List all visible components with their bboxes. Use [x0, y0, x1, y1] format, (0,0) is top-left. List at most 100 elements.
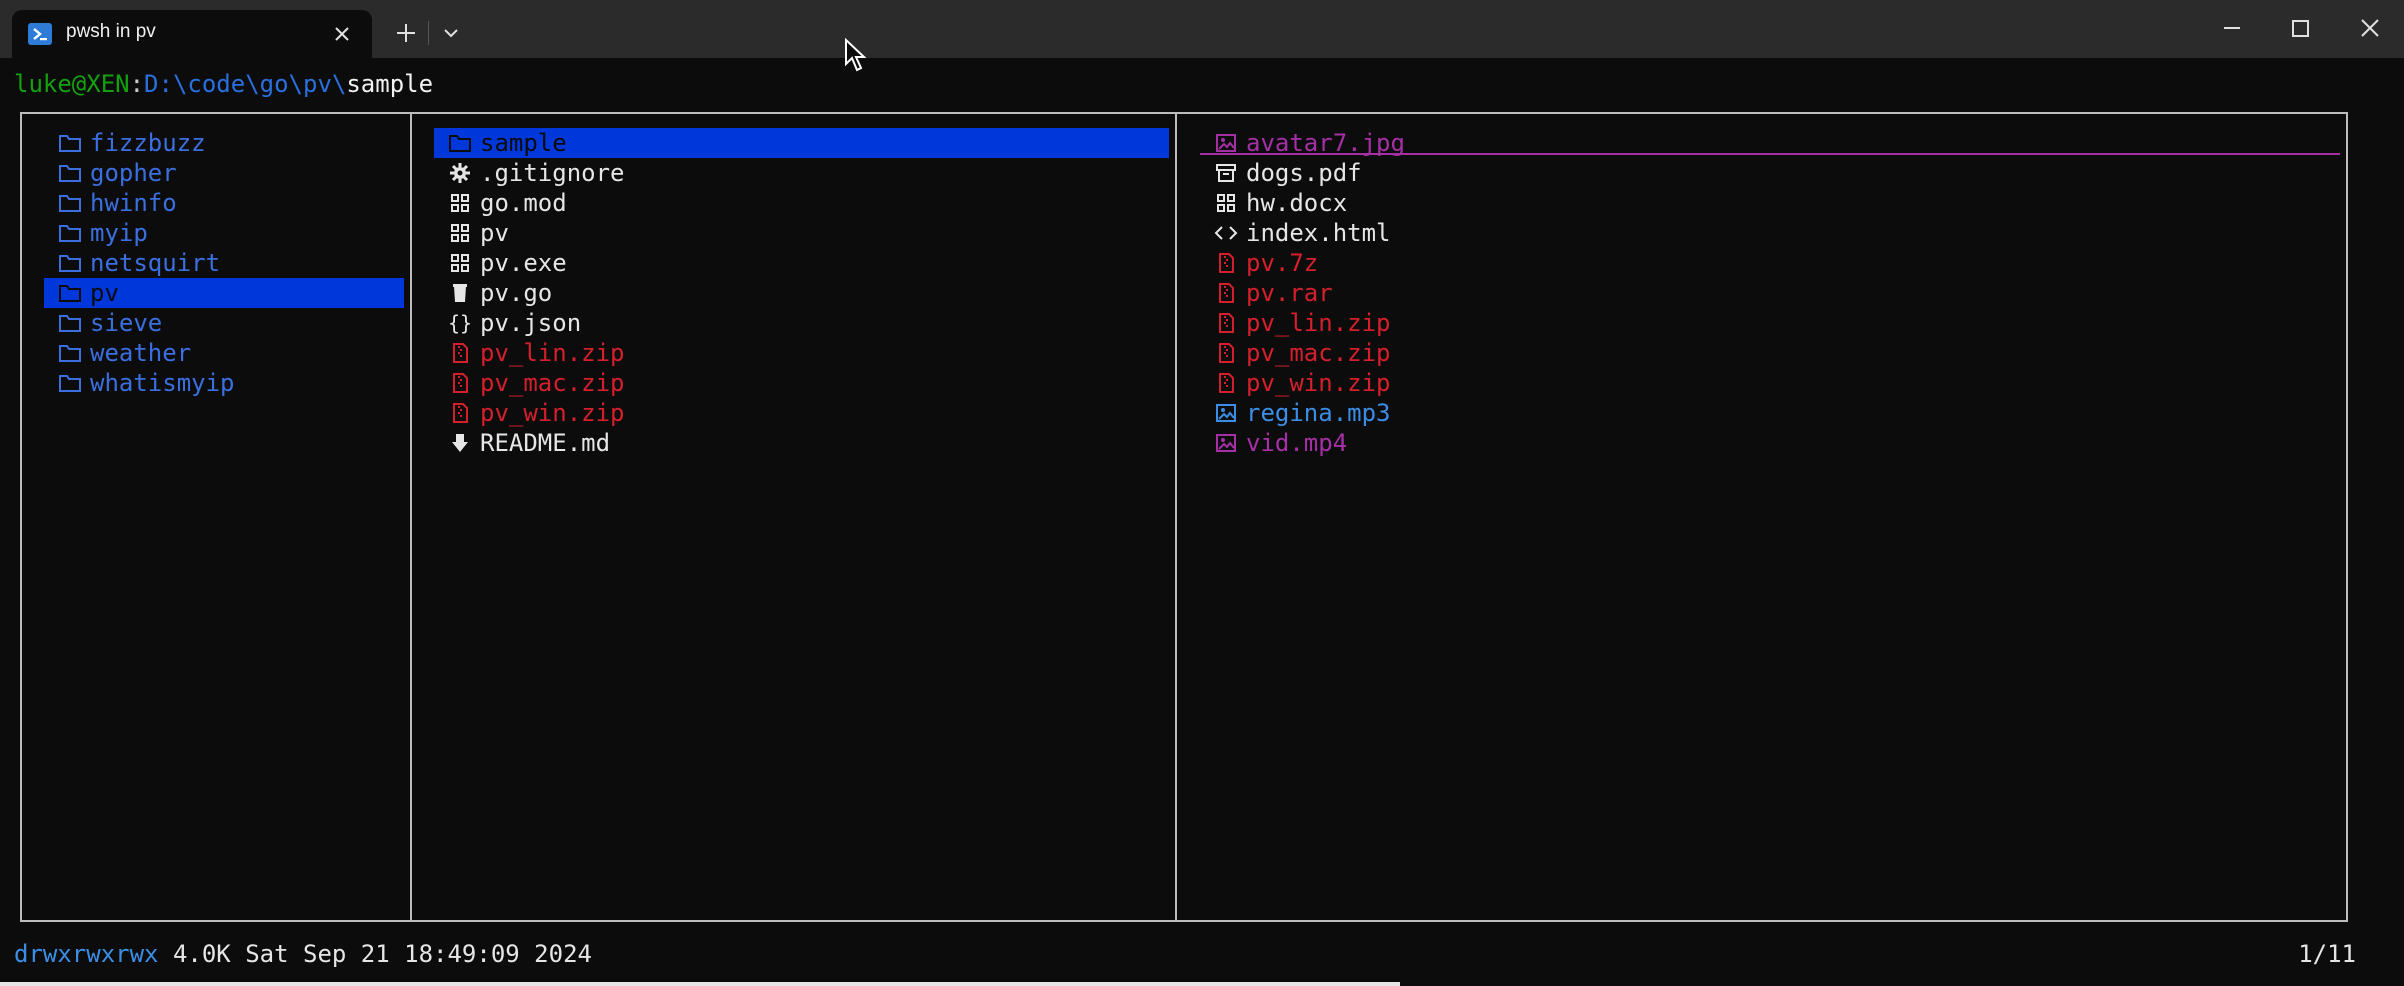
file-name: sample — [480, 129, 567, 157]
preview-list-item[interactable]: dogs.pdf — [1200, 158, 2340, 188]
panel-divider — [1175, 112, 1177, 922]
file-name: pv — [90, 279, 119, 307]
preview-list-item[interactable]: pv_mac.zip — [1200, 338, 2340, 368]
current-directory-list[interactable]: sample .gitignore go.mod pv pv.exe pv.go {} pv.… — [434, 128, 1169, 458]
parent-list-item[interactable]: myip — [44, 218, 404, 248]
file-list-item[interactable]: .gitignore — [434, 158, 1169, 188]
svg-text:{}: {} — [448, 312, 472, 334]
folder-icon — [58, 161, 82, 185]
file-name: pv_lin.zip — [480, 339, 625, 367]
file-list-item[interactable]: pv.go — [434, 278, 1169, 308]
tab-pwsh[interactable]: pwsh in pv — [12, 10, 372, 58]
parent-list-item[interactable]: netsquirt — [44, 248, 404, 278]
preview-directory-list[interactable]: avatar7.jpg dogs.pdf hw.docx index.html pv.7… — [1200, 128, 2340, 458]
file-name: hw.docx — [1246, 189, 1348, 217]
archive-icon — [1214, 371, 1238, 395]
file-name: pv — [480, 219, 509, 247]
archive-icon — [1214, 281, 1238, 305]
parent-list-item[interactable]: whatismyip — [44, 368, 404, 398]
file-list-item[interactable]: pv.exe — [434, 248, 1169, 278]
preview-list-item[interactable]: regina.mp3 — [1200, 398, 2340, 428]
file-name: pv.go — [480, 279, 553, 307]
folder-icon — [58, 341, 82, 365]
file-name: .gitignore — [480, 159, 625, 187]
image-icon — [1214, 131, 1238, 155]
code-icon — [1214, 221, 1238, 245]
archive-icon — [448, 401, 472, 425]
parent-list-item[interactable]: hwinfo — [44, 188, 404, 218]
file-name: go.mod — [480, 189, 567, 217]
preview-list-item[interactable]: pv_lin.zip — [1200, 308, 2340, 338]
file-name: gopher — [90, 159, 177, 187]
file-name: myip — [90, 219, 148, 247]
parent-list-item[interactable]: gopher — [44, 158, 404, 188]
tab-title: pwsh in pv — [66, 21, 156, 42]
folder-icon — [448, 131, 472, 155]
preview-list-item[interactable]: index.html — [1200, 218, 2340, 248]
archive-icon — [1214, 311, 1238, 335]
permissions: drwxrwxrwx — [14, 940, 159, 968]
file-name: pv.rar — [1246, 279, 1333, 307]
file-list-item[interactable]: pv_win.zip — [434, 398, 1169, 428]
archive-icon — [1214, 341, 1238, 365]
preview-list-item[interactable]: vid.mp4 — [1200, 428, 2340, 458]
status-bar: drwxrwxrwx 4.0K Sat Sep 21 18:49:09 2024 — [14, 938, 592, 970]
preview-list-item[interactable]: pv_win.zip — [1200, 368, 2340, 398]
file-list-item[interactable]: pv_lin.zip — [434, 338, 1169, 368]
file-name: regina.mp3 — [1246, 399, 1391, 427]
folder-icon — [58, 371, 82, 395]
close-icon[interactable] — [2350, 12, 2390, 44]
preview-list-item[interactable]: hw.docx — [1200, 188, 2340, 218]
archive-icon — [1214, 251, 1238, 275]
chevron-down-icon[interactable] — [436, 20, 466, 46]
minimize-icon[interactable] — [2212, 12, 2252, 44]
file-name: dogs.pdf — [1246, 159, 1362, 187]
tab-close-icon[interactable] — [330, 22, 354, 46]
document-icon — [1214, 161, 1238, 185]
powershell-icon — [28, 23, 52, 45]
file-name: pv_win.zip — [1246, 369, 1391, 397]
mouse-pointer-icon — [844, 37, 868, 74]
file-name: pv_mac.zip — [480, 369, 625, 397]
strike-through-line — [1200, 153, 2340, 155]
parent-list-item[interactable]: fizzbuzz — [44, 128, 404, 158]
scrollbar[interactable] — [0, 982, 1400, 986]
file-list-item[interactable]: go.mod — [434, 188, 1169, 218]
toolbar-separator — [428, 21, 429, 45]
markdown-icon — [448, 431, 472, 455]
file-name: vid.mp4 — [1246, 429, 1348, 457]
grid-icon — [448, 221, 472, 245]
parent-list-item[interactable]: pv — [44, 278, 404, 308]
file-list-item[interactable]: README.md — [434, 428, 1169, 458]
prompt-path: D:\code\go\pv\ — [144, 70, 347, 98]
file-details: 4.0K Sat Sep 21 18:49:09 2024 — [158, 940, 592, 968]
preview-list-item[interactable]: pv.7z — [1200, 248, 2340, 278]
file-list-item[interactable]: sample — [434, 128, 1169, 158]
folder-icon — [58, 221, 82, 245]
shell-prompt: luke@XEN:D:\code\go\pv\sample — [14, 68, 433, 100]
parent-list-item[interactable]: sieve — [44, 308, 404, 338]
file-list-item[interactable]: pv_mac.zip — [434, 368, 1169, 398]
file-name: pv.exe — [480, 249, 567, 277]
file-name: pv_win.zip — [480, 399, 625, 427]
gopher-icon — [448, 281, 472, 305]
file-name: netsquirt — [90, 249, 221, 277]
prompt-user-host: luke@XEN — [14, 70, 130, 98]
file-name: pv.7z — [1246, 249, 1319, 277]
file-list-item[interactable]: {} pv.json — [434, 308, 1169, 338]
maximize-icon[interactable] — [2280, 12, 2320, 44]
file-list-item[interactable]: pv — [434, 218, 1169, 248]
preview-list-item[interactable]: pv.rar — [1200, 278, 2340, 308]
file-name: sieve — [90, 309, 163, 337]
parent-directory-list[interactable]: fizzbuzz gopher hwinfo myip netsquirt pv sieve… — [44, 128, 404, 398]
file-name: hwinfo — [90, 189, 177, 217]
gear-icon — [448, 161, 472, 185]
grid-icon — [1214, 191, 1238, 215]
new-tab-button[interactable] — [388, 18, 424, 48]
parent-list-item[interactable]: weather — [44, 338, 404, 368]
title-bar: pwsh in pv — [0, 0, 2404, 58]
file-name: pv_lin.zip — [1246, 309, 1391, 337]
folder-icon — [58, 191, 82, 215]
prompt-colon: : — [129, 70, 145, 98]
file-name: index.html — [1246, 219, 1391, 247]
